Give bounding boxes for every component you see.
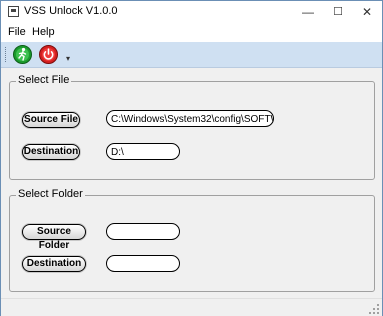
stop-button[interactable] — [38, 44, 59, 65]
run-icon — [13, 45, 32, 64]
select-folder-group: Select Folder Source Folder Destination — [9, 188, 375, 292]
title-bar[interactable]: VSS Unlock V1.0.0 — ☐ ✕ — [1, 1, 382, 23]
window-title: VSS Unlock V1.0.0 — [24, 5, 118, 17]
menu-file[interactable]: File — [5, 25, 29, 39]
close-button[interactable]: ✕ — [352, 1, 382, 23]
select-folder-label: Select Folder — [16, 188, 85, 200]
main-panel: Select File Source File C:\Windows\Syste… — [1, 68, 382, 298]
maximize-button[interactable]: ☐ — [323, 1, 353, 23]
minimize-button[interactable]: — — [293, 1, 323, 23]
menu-bar: File Help — [1, 23, 382, 42]
app-icon — [8, 6, 19, 17]
status-bar — [1, 298, 382, 316]
select-file-group: Select File Source File C:\Windows\Syste… — [9, 74, 375, 180]
menu-help[interactable]: Help — [29, 25, 58, 39]
source-file-field[interactable]: C:\Windows\System32\config\SOFTWARE — [106, 110, 274, 127]
resize-grip-icon[interactable] — [369, 304, 379, 314]
destination-folder-button[interactable]: Destination — [22, 256, 86, 272]
destination-folder-field[interactable] — [106, 255, 180, 272]
source-folder-field[interactable] — [106, 223, 180, 240]
source-folder-button[interactable]: Source Folder — [22, 224, 86, 251]
destination-file-field[interactable]: D:\ — [106, 143, 180, 160]
select-file-label: Select File — [16, 74, 72, 86]
toolbar-grip-icon[interactable] — [5, 47, 8, 62]
toolbar: ▾ — [1, 42, 382, 68]
toolbar-overflow-icon[interactable]: ▾ — [64, 46, 72, 64]
destination-file-button[interactable]: Destination — [22, 144, 80, 160]
stop-icon — [39, 45, 58, 64]
source-file-button[interactable]: Source File — [22, 112, 80, 128]
run-button[interactable] — [12, 44, 33, 65]
app-window: VSS Unlock V1.0.0 — ☐ ✕ File Help ▾ Sele… — [0, 0, 383, 316]
